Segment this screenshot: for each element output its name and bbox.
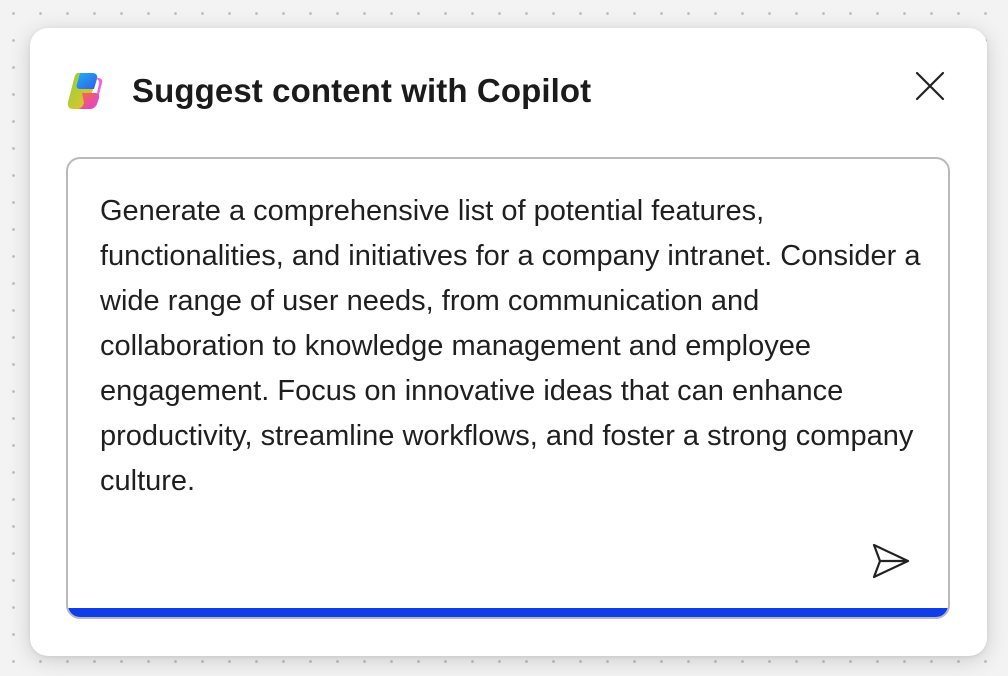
- copilot-dialog: Suggest content with Copilot Generate a …: [30, 28, 987, 656]
- close-icon: [914, 70, 946, 105]
- focus-indicator-bar: [68, 608, 948, 617]
- copilot-logo-icon: [64, 72, 106, 110]
- dialog-title: Suggest content with Copilot: [132, 72, 592, 109]
- send-button[interactable]: [868, 539, 914, 585]
- prompt-input-box[interactable]: Generate a comprehensive list of potenti…: [66, 157, 950, 619]
- send-icon: [871, 542, 911, 583]
- close-button[interactable]: [909, 66, 951, 108]
- prompt-text[interactable]: Generate a comprehensive list of potenti…: [100, 189, 930, 504]
- dialog-header: Suggest content with Copilot: [30, 28, 987, 148]
